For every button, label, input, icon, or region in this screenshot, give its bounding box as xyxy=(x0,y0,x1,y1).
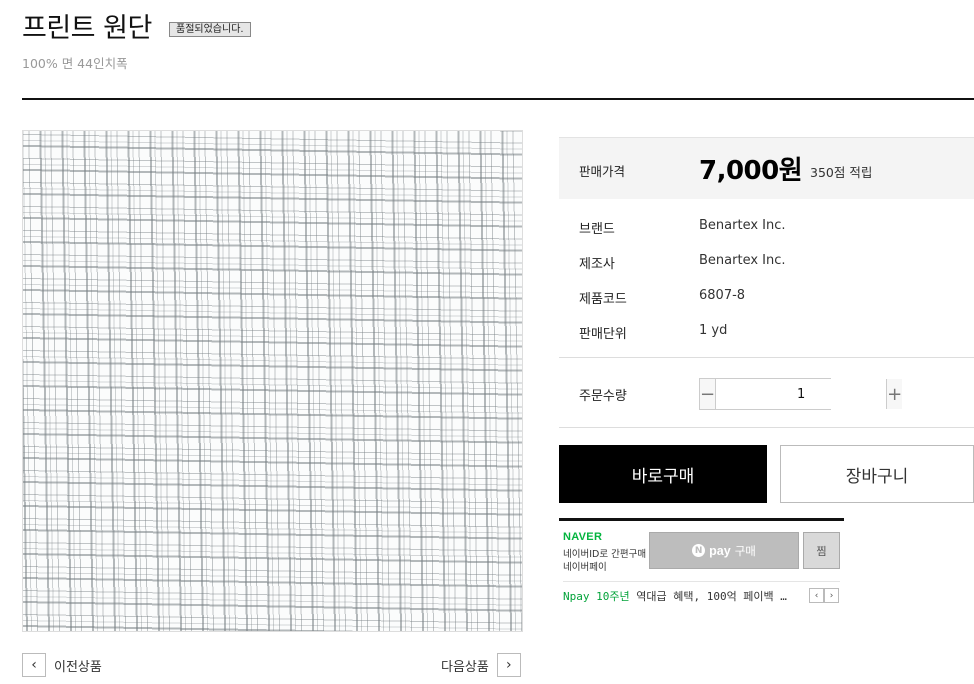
info-label: 제품코드 xyxy=(579,292,627,307)
info-row-unit: 판매단위 1 yd xyxy=(559,323,974,343)
buy-now-button[interactable]: 바로구매 xyxy=(559,445,767,503)
info-row-product-code: 제품코드 6807-8 xyxy=(559,288,974,308)
info-label: 브랜드 xyxy=(579,222,615,237)
info-value: 1 yd xyxy=(699,323,728,338)
chevron-left-icon[interactable]: ‹ xyxy=(809,588,824,603)
chevron-right-icon: › xyxy=(496,653,521,677)
info-label: 판매단위 xyxy=(579,327,627,342)
product-title: 프린트 원단 xyxy=(22,13,152,44)
add-to-cart-button[interactable]: 장바구니 xyxy=(780,445,974,503)
info-value: 6807-8 xyxy=(699,288,746,303)
promo-pager: ‹ › xyxy=(809,588,839,603)
promo-text: 역대급 혜택, 100억 페이백 … xyxy=(636,590,787,603)
price-label: 판매가격 xyxy=(579,164,626,179)
section-divider xyxy=(559,427,974,428)
prev-product-label: 이전상품 xyxy=(54,659,102,675)
promo-highlight: Npay 10주년 xyxy=(563,590,630,603)
quantity-plus-button[interactable]: + xyxy=(886,379,903,409)
title-divider xyxy=(22,98,974,100)
npay-buy-label: 구매 xyxy=(734,543,756,558)
npay-wishlist-button[interactable]: 찜 xyxy=(803,532,840,569)
next-product-button[interactable]: 다음상품 › xyxy=(441,653,521,677)
quantity-label: 주문수량 xyxy=(579,389,627,404)
naver-pay-widget: NAVER 네이버ID로 간편구매 네이버페이 N pay 구매 찜 Npay … xyxy=(559,518,844,606)
info-value: Benartex Inc. xyxy=(699,218,786,233)
prev-product-button[interactable]: ‹ 이전상품 xyxy=(22,653,102,677)
npay-description: 네이버ID로 간편구매 xyxy=(563,549,647,560)
product-image xyxy=(22,130,523,632)
quantity-minus-button[interactable]: − xyxy=(700,379,717,409)
soldout-badge: 품절되었습니다. xyxy=(169,22,251,37)
product-subtitle: 100% 면 44인치폭 xyxy=(22,56,128,71)
chevron-left-icon: ‹ xyxy=(22,653,46,677)
npay-pay-text: pay xyxy=(709,543,731,558)
next-product-label: 다음상품 xyxy=(441,659,489,675)
price-value: 7,000원 xyxy=(699,156,803,186)
npay-buy-button[interactable]: N pay 구매 xyxy=(649,532,799,569)
info-label: 제조사 xyxy=(579,257,615,272)
naver-logo: NAVER xyxy=(563,531,603,543)
info-value: Benartex Inc. xyxy=(699,253,786,268)
chevron-right-icon[interactable]: › xyxy=(824,588,839,603)
npay-description: 네이버페이 xyxy=(563,562,607,573)
info-row-brand: 브랜드 Benartex Inc. xyxy=(559,218,974,238)
points-label: 350점 적립 xyxy=(810,165,873,180)
npay-promo-link[interactable]: Npay 10주년 역대급 혜택, 100억 페이백 … xyxy=(563,588,787,604)
section-divider xyxy=(559,357,974,358)
price-section: 판매가격 7,000원 350점 적립 xyxy=(559,137,974,199)
npay-divider xyxy=(563,581,840,582)
npay-n-icon: N xyxy=(692,544,706,557)
info-row-manufacturer: 제조사 Benartex Inc. xyxy=(559,253,974,273)
quantity-stepper: − + xyxy=(699,378,903,410)
quantity-input[interactable] xyxy=(716,379,887,409)
